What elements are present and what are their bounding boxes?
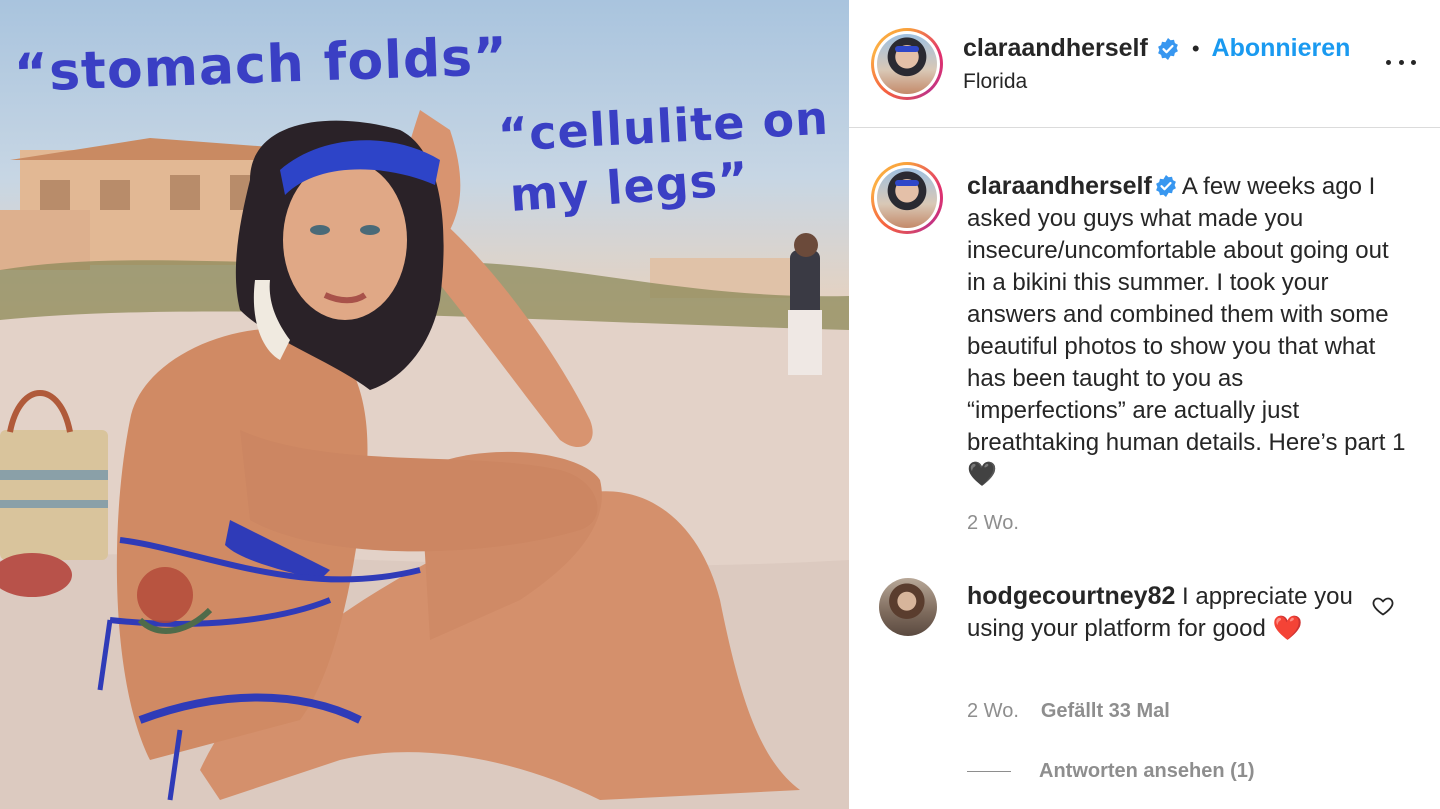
caption-author-avatar[interactable] <box>871 162 943 234</box>
red-heart-emoji: ❤️ <box>1272 615 1303 642</box>
follow-button[interactable]: Abonnieren <box>1212 34 1351 63</box>
post-header: claraandherself • Abonnieren Florida <box>849 0 1440 128</box>
commenter-avatar[interactable] <box>879 578 937 636</box>
commenter-username[interactable]: hodgecourtney82 <box>967 582 1175 610</box>
heart-icon[interactable] <box>1371 594 1395 618</box>
comment: hodgecourtney82 I appreciate you using y… <box>967 580 1367 645</box>
author-avatar[interactable] <box>871 28 943 100</box>
post-location[interactable]: Florida <box>963 70 1027 94</box>
post-side-panel: claraandherself • Abonnieren Florida cla… <box>849 0 1440 809</box>
caption-timestamp[interactable]: 2 Wo. <box>967 512 1019 535</box>
comment-timestamp[interactable]: 2 Wo. <box>967 700 1019 723</box>
author-username[interactable]: claraandherself <box>963 34 1148 63</box>
view-replies-label: Antworten ansehen (1) <box>1039 760 1255 782</box>
header-separator: • <box>1191 35 1200 61</box>
caption-username[interactable]: claraandherself <box>967 172 1152 200</box>
verified-badge-icon <box>1157 37 1178 60</box>
replies-divider-line <box>967 771 1011 772</box>
view-replies-button[interactable]: Antworten ansehen (1) <box>967 760 1255 783</box>
author-info: claraandherself • Abonnieren <box>963 34 1350 63</box>
verified-badge-icon <box>1155 174 1176 197</box>
caption-text: A few weeks ago I asked you guys what ma… <box>967 173 1406 456</box>
post-caption: claraandherself A few weeks ago I asked … <box>967 170 1407 491</box>
comment-likes[interactable]: Gefällt 33 Mal <box>1041 700 1170 723</box>
comment-meta: 2 Wo. Gefällt 33 Mal <box>967 700 1170 723</box>
post-photo[interactable]: “stomach folds” “cellulite on my legs” <box>0 0 849 809</box>
more-options-icon[interactable] <box>1386 52 1416 72</box>
black-heart-emoji: 🖤 <box>967 461 997 488</box>
